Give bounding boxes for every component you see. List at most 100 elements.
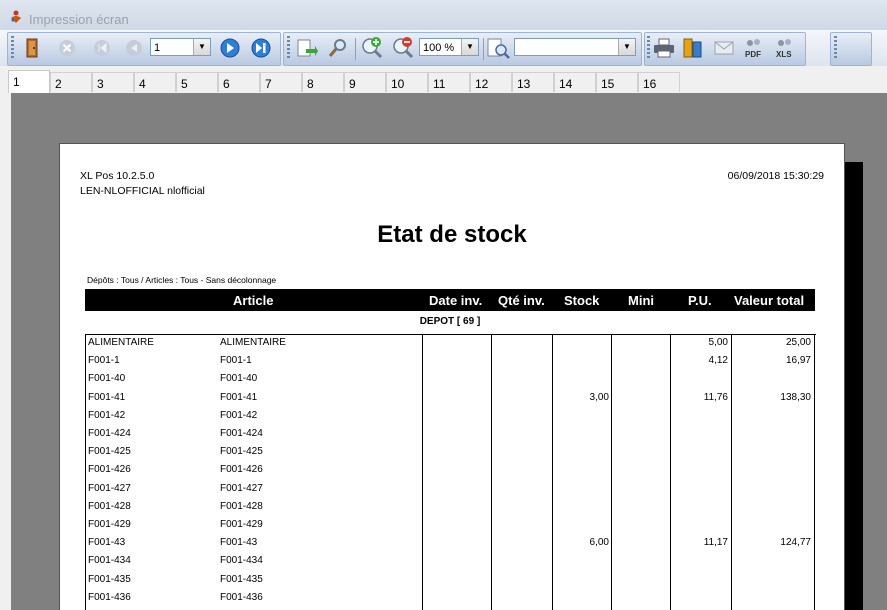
export-icon	[683, 38, 702, 58]
tab-page-1[interactable]: 1	[8, 70, 50, 93]
article-code: F001-426	[88, 464, 131, 475]
tab-page-16[interactable]: 16	[638, 72, 680, 92]
tab-page-12[interactable]: 12	[470, 72, 512, 92]
tab-page-2[interactable]: 2	[50, 72, 92, 92]
article-code: F001-42	[88, 410, 126, 421]
tab-page-6[interactable]: 6	[218, 72, 260, 92]
export-pdf-button[interactable]: PDF	[742, 36, 766, 60]
tab-page-5[interactable]: 5	[176, 72, 218, 92]
svg-text:PDF: PDF	[745, 50, 761, 59]
email-button[interactable]	[712, 36, 736, 60]
report-datetime: 06/09/2018 15:30:29	[727, 170, 824, 182]
article-label: F001-425	[220, 446, 263, 457]
print-button[interactable]	[652, 36, 676, 60]
article-label: F001-424	[220, 428, 263, 439]
zoom-select[interactable]: 100 % ▼	[419, 38, 479, 56]
chevron-down-icon[interactable]: ▼	[193, 39, 210, 55]
tab-page-14[interactable]: 14	[554, 72, 596, 92]
tab-page-8[interactable]: 8	[302, 72, 344, 92]
page-setup-button[interactable]	[295, 36, 319, 60]
next-page-button[interactable]	[218, 36, 242, 60]
svg-text:XLS: XLS	[776, 50, 792, 59]
total-value: 138,30	[780, 392, 811, 403]
title-bar: Impression écran	[0, 0, 887, 30]
tab-page-15[interactable]: 15	[596, 72, 638, 92]
zoom-out-icon	[393, 37, 414, 59]
article-label: F001-1	[220, 355, 252, 366]
total-value: 25,00	[785, 337, 811, 348]
tab-page-10[interactable]: 10	[386, 72, 428, 92]
article-label: F001-426	[220, 464, 263, 475]
zoom-in-button[interactable]	[360, 36, 384, 60]
close-icon	[59, 40, 75, 56]
column-divider	[731, 334, 732, 610]
toolbar-grip[interactable]	[834, 36, 837, 58]
total-value: 16,97	[785, 355, 811, 366]
article-code: F001-427	[88, 483, 131, 494]
page-number-value: 1	[154, 42, 161, 54]
tab-page-11[interactable]: 11	[428, 72, 470, 92]
stock-value: 6,00	[589, 537, 609, 548]
article-code: F001-435	[88, 574, 131, 585]
article-code: F001-436	[88, 592, 131, 603]
page-number-select[interactable]: 1 ▼	[150, 38, 211, 56]
search-text-select[interactable]: ▼	[514, 38, 636, 56]
article-label: F001-429	[220, 519, 263, 530]
tab-page-7[interactable]: 7	[260, 72, 302, 92]
unit-price: 4,12	[708, 355, 728, 366]
article-code: F001-425	[88, 446, 131, 457]
first-page-button[interactable]	[90, 36, 114, 60]
article-label: F001-43	[220, 537, 258, 548]
report-filters: Dépôts : Tous / Articles : Tous - Sans d…	[87, 275, 277, 285]
next-page-icon	[220, 38, 240, 58]
article-code: F001-1	[88, 355, 120, 366]
col-pu: P.U.	[688, 293, 712, 308]
email-icon	[714, 41, 734, 55]
toolbar: 1 ▼ 100 % ▼ ▼ PDF XLS	[0, 30, 887, 66]
col-mini: Mini	[628, 293, 654, 308]
article-code: F001-43	[88, 537, 126, 548]
page-setup-icon	[297, 39, 318, 57]
chevron-down-icon[interactable]: ▼	[618, 39, 635, 55]
article-code: ALIMENTAIRE	[88, 337, 154, 348]
stock-value: 3,00	[589, 392, 609, 403]
last-page-icon	[251, 38, 271, 58]
export-button[interactable]	[681, 36, 705, 60]
close-button[interactable]	[55, 36, 79, 60]
export-xls-button[interactable]: XLS	[773, 36, 797, 60]
page-tabs: 1 2 3 4 5 6 7 8 9 10 11 12 13 14 15 16	[8, 70, 887, 93]
toolbar-grip[interactable]	[287, 36, 290, 58]
unit-price: 11,76	[703, 392, 728, 403]
pdf-icon: PDF	[745, 39, 761, 59]
find-button[interactable]	[487, 36, 511, 60]
app-icon	[11, 10, 21, 23]
tab-page-4[interactable]: 4	[134, 72, 176, 92]
toolbar-grip[interactable]	[647, 36, 650, 58]
chevron-down-icon[interactable]: ▼	[461, 39, 478, 55]
article-code: F001-41	[88, 392, 126, 403]
search-button[interactable]	[326, 36, 350, 60]
tab-page-3[interactable]: 3	[92, 72, 134, 92]
exit-button[interactable]	[20, 36, 44, 60]
article-code: F001-434	[88, 555, 131, 566]
table-header: Article Date inv. Qté inv. Stock Mini P.…	[85, 289, 815, 311]
total-value: 124,77	[780, 537, 811, 548]
column-divider	[611, 334, 612, 610]
first-page-icon	[94, 40, 110, 56]
tab-page-13[interactable]: 13	[512, 72, 554, 92]
column-divider	[552, 334, 553, 610]
zoom-value: 100 %	[423, 42, 455, 54]
zoom-out-button[interactable]	[391, 36, 415, 60]
col-article: Article	[233, 293, 274, 308]
article-label: F001-428	[220, 501, 263, 512]
exit-icon	[26, 38, 38, 58]
article-label: F001-41	[220, 392, 258, 403]
article-code: F001-428	[88, 501, 131, 512]
toolbar-separator	[355, 38, 356, 60]
report-viewer[interactable]: XL Pos 10.2.5.0 LEN-NLOFFICIAL nlofficia…	[11, 93, 887, 610]
toolbar-grip[interactable]	[11, 36, 14, 58]
previous-page-button[interactable]	[122, 36, 146, 60]
article-code: F001-424	[88, 428, 131, 439]
last-page-button[interactable]	[249, 36, 273, 60]
tab-page-9[interactable]: 9	[344, 72, 386, 92]
